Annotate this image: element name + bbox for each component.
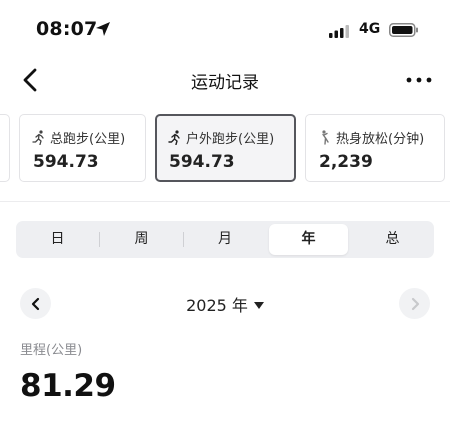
period-segmented-control: 日 周 月 年 总 <box>16 221 434 258</box>
status-time: 08:07 <box>36 18 98 40</box>
more-options-button[interactable] <box>404 68 434 92</box>
year-selector[interactable]: 2025 年 <box>0 292 450 316</box>
running-icon <box>32 130 44 145</box>
stretch-icon <box>322 130 329 145</box>
stat-card-outdoor-running[interactable]: 户外跑步(公里) 594.73 <box>155 114 296 182</box>
stat-card-value: 594.73 <box>169 152 235 172</box>
stat-card-total-running[interactable]: 总跑步(公里) 594.73 <box>19 114 146 182</box>
chevron-right-icon <box>411 297 419 310</box>
segment-all[interactable]: 总 <box>351 221 434 258</box>
outdoor-running-icon <box>168 130 180 145</box>
battery-icon <box>389 23 418 37</box>
network-type: 4G <box>359 21 381 37</box>
stat-card-partial[interactable] <box>0 114 10 182</box>
stat-card-label: 户外跑步(公里) <box>186 132 275 147</box>
metric-label: 里程(公里) <box>20 343 83 358</box>
year-label: 2025 年 <box>186 296 248 315</box>
next-year-button[interactable] <box>399 288 430 319</box>
section-divider <box>0 201 450 202</box>
location-arrow-icon <box>96 22 110 36</box>
stat-card-value: 594.73 <box>33 152 99 172</box>
segment-month[interactable]: 月 <box>184 221 266 258</box>
stat-card-label: 总跑步(公里) <box>50 132 126 147</box>
stat-card-warmup[interactable]: 热身放松(分钟) 2,239 <box>305 114 445 182</box>
segment-week[interactable]: 周 <box>100 221 183 258</box>
signal-icon <box>329 25 349 38</box>
segment-day[interactable]: 日 <box>16 221 99 258</box>
stat-card-label: 热身放松(分钟) <box>336 132 425 147</box>
metric-value: 81.29 <box>20 368 116 404</box>
stat-card-value: 2,239 <box>319 152 373 172</box>
dropdown-triangle-icon <box>253 302 264 309</box>
segment-year[interactable]: 年 <box>269 224 348 255</box>
page-title: 运动记录 <box>191 73 259 93</box>
